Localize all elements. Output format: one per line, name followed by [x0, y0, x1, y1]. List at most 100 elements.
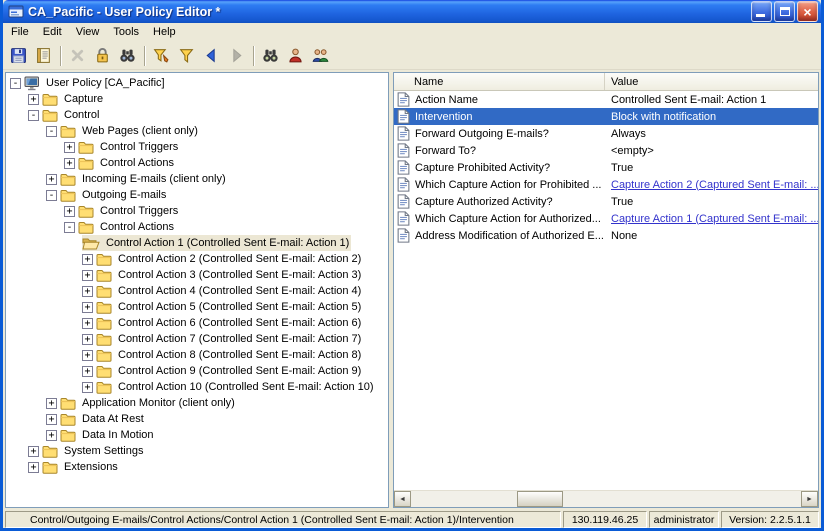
- status-username: administrator: [649, 511, 719, 528]
- expand-icon[interactable]: +: [82, 270, 93, 281]
- scroll-right-button[interactable]: [801, 491, 818, 507]
- user-button[interactable]: [284, 44, 307, 67]
- toolbar-separator: [144, 46, 145, 66]
- tree-item[interactable]: -Web Pages (client only): [6, 123, 388, 139]
- collapse-icon[interactable]: -: [10, 78, 21, 89]
- expand-icon[interactable]: +: [82, 254, 93, 265]
- property-row[interactable]: Which Capture Action for Prohibited ...C…: [394, 176, 818, 193]
- property-row[interactable]: Which Capture Action for Authorized...Ca…: [394, 210, 818, 227]
- tree-item-label: Control Actions: [98, 157, 176, 169]
- property-value-link[interactable]: Capture Action 1 (Captured Sent E-mail: …: [605, 213, 818, 225]
- find-button[interactable]: [259, 44, 282, 67]
- expand-icon[interactable]: +: [28, 446, 39, 457]
- tree-item[interactable]: +Control Action 5 (Controlled Sent E-mai…: [6, 299, 388, 315]
- users-button[interactable]: [309, 44, 332, 67]
- binoculars-button[interactable]: [116, 44, 139, 67]
- tree-item[interactable]: +Application Monitor (client only): [6, 395, 388, 411]
- column-header-name[interactable]: Name: [394, 73, 605, 90]
- menu-help[interactable]: Help: [146, 23, 183, 42]
- menu-view[interactable]: View: [69, 23, 107, 42]
- expand-icon[interactable]: +: [82, 350, 93, 361]
- back-button[interactable]: [200, 44, 223, 67]
- tree-item[interactable]: +Data At Rest: [6, 411, 388, 427]
- horizontal-scrollbar[interactable]: [394, 490, 818, 507]
- property-icon: [397, 109, 410, 124]
- filter-button[interactable]: [175, 44, 198, 67]
- filter-edit-button[interactable]: [150, 44, 173, 67]
- expand-icon[interactable]: +: [82, 318, 93, 329]
- tree-item[interactable]: +Control Triggers: [6, 139, 388, 155]
- scroll-left-button[interactable]: [394, 491, 411, 507]
- tree-item[interactable]: -Control: [6, 107, 388, 123]
- tree-item[interactable]: +Control Action 9 (Controlled Sent E-mai…: [6, 363, 388, 379]
- expand-icon[interactable]: +: [46, 414, 57, 425]
- expand-icon[interactable]: +: [82, 286, 93, 297]
- expand-icon[interactable]: +: [82, 382, 93, 393]
- expand-icon[interactable]: +: [64, 206, 75, 217]
- tree-item[interactable]: + Control Action 4 (Controlled Sent E-mai…: [6, 283, 388, 299]
- property-row[interactable]: Address Modification of Authorized E...N…: [394, 227, 818, 244]
- notepad-button[interactable]: [32, 44, 55, 67]
- collapse-icon[interactable]: -: [28, 110, 39, 121]
- tree-item[interactable]: +Control Action 10 (Controlled Sent E-ma…: [6, 379, 388, 395]
- toolbar: [3, 42, 821, 70]
- collapse-icon[interactable]: -: [46, 190, 57, 201]
- expand-icon[interactable]: +: [82, 302, 93, 313]
- property-row[interactable]: Capture Prohibited Activity?True: [394, 159, 818, 176]
- tree-item[interactable]: + Control Actions: [6, 155, 388, 171]
- menu-tools[interactable]: Tools: [106, 23, 146, 42]
- tree-item[interactable]: +Control Action 3 (Controlled Sent E-mai…: [6, 267, 388, 283]
- title-bar[interactable]: CA_Pacific - User Policy Editor *: [3, 0, 821, 23]
- property-row[interactable]: Forward To?<empty>: [394, 142, 818, 159]
- expand-icon[interactable]: +: [28, 462, 39, 473]
- property-name: Action Name: [415, 94, 605, 106]
- tree-item[interactable]: +System Settings: [6, 443, 388, 459]
- collapse-icon[interactable]: -: [64, 222, 75, 233]
- expand-icon[interactable]: +: [64, 142, 75, 153]
- tree-item-label: Control Action 4 (Controlled Sent E-mail…: [116, 285, 363, 297]
- minimize-button[interactable]: [751, 1, 772, 22]
- property-row[interactable]: Capture Authorized Activity?True: [394, 193, 818, 210]
- expand-icon[interactable]: +: [46, 430, 57, 441]
- computer-icon: [24, 76, 40, 91]
- tree-item[interactable]: +Capture: [6, 91, 388, 107]
- tree-item-label: Control Actions: [98, 221, 176, 233]
- expand-icon[interactable]: +: [46, 174, 57, 185]
- tree-item[interactable]: +Extensions: [6, 459, 388, 475]
- property-row[interactable]: Forward Outgoing E-mails?Always: [394, 125, 818, 142]
- toolbar-separator: [60, 46, 61, 66]
- lock-button[interactable]: [91, 44, 114, 67]
- collapse-icon[interactable]: -: [46, 126, 57, 137]
- tree-item[interactable]: +Data In Motion: [6, 427, 388, 443]
- column-header-value[interactable]: Value: [605, 73, 818, 90]
- tree-item[interactable]: +Control Action 2 (Controlled Sent E-mai…: [6, 251, 388, 267]
- maximize-button[interactable]: [774, 1, 795, 22]
- property-icon: [397, 160, 410, 175]
- property-row[interactable]: Action NameControlled Sent E-mail: Actio…: [394, 91, 818, 108]
- tree-item[interactable]: +Control Triggers: [6, 203, 388, 219]
- close-button[interactable]: [797, 1, 818, 22]
- tree-item[interactable]: +Incoming E-mails (client only): [6, 171, 388, 187]
- scroll-track[interactable]: [411, 491, 801, 507]
- tree-item[interactable]: +Control Action 8 (Controlled Sent E-mai…: [6, 347, 388, 363]
- tree-item[interactable]: +Control Action 6 (Controlled Sent E-mai…: [6, 315, 388, 331]
- property-value-link[interactable]: Capture Action 2 (Captured Sent E-mail: …: [605, 179, 818, 191]
- save-icon: [10, 47, 27, 64]
- menu-bar: FileEditViewToolsHelp: [3, 23, 821, 42]
- tree-item[interactable]: - Control Actions: [6, 219, 388, 235]
- expand-icon[interactable]: +: [82, 366, 93, 377]
- expand-icon[interactable]: +: [64, 158, 75, 169]
- save-button[interactable]: [7, 44, 30, 67]
- expand-icon[interactable]: +: [28, 94, 39, 105]
- property-row[interactable]: InterventionBlock with notification: [394, 108, 818, 125]
- expand-icon[interactable]: +: [82, 334, 93, 345]
- tree-item[interactable]: Control Action 1 (Controlled Sent E-mail…: [6, 235, 388, 251]
- menu-edit[interactable]: Edit: [36, 23, 69, 42]
- expand-icon[interactable]: +: [46, 398, 57, 409]
- tree-item[interactable]: +Control Action 7 (Controlled Sent E-mai…: [6, 331, 388, 347]
- menu-file[interactable]: File: [4, 23, 36, 42]
- property-value: None: [605, 230, 818, 242]
- tree-item[interactable]: -Outgoing E-mails: [6, 187, 388, 203]
- tree-item[interactable]: -User Policy [CA_Pacific]: [6, 75, 388, 91]
- scroll-thumb[interactable]: [517, 491, 563, 507]
